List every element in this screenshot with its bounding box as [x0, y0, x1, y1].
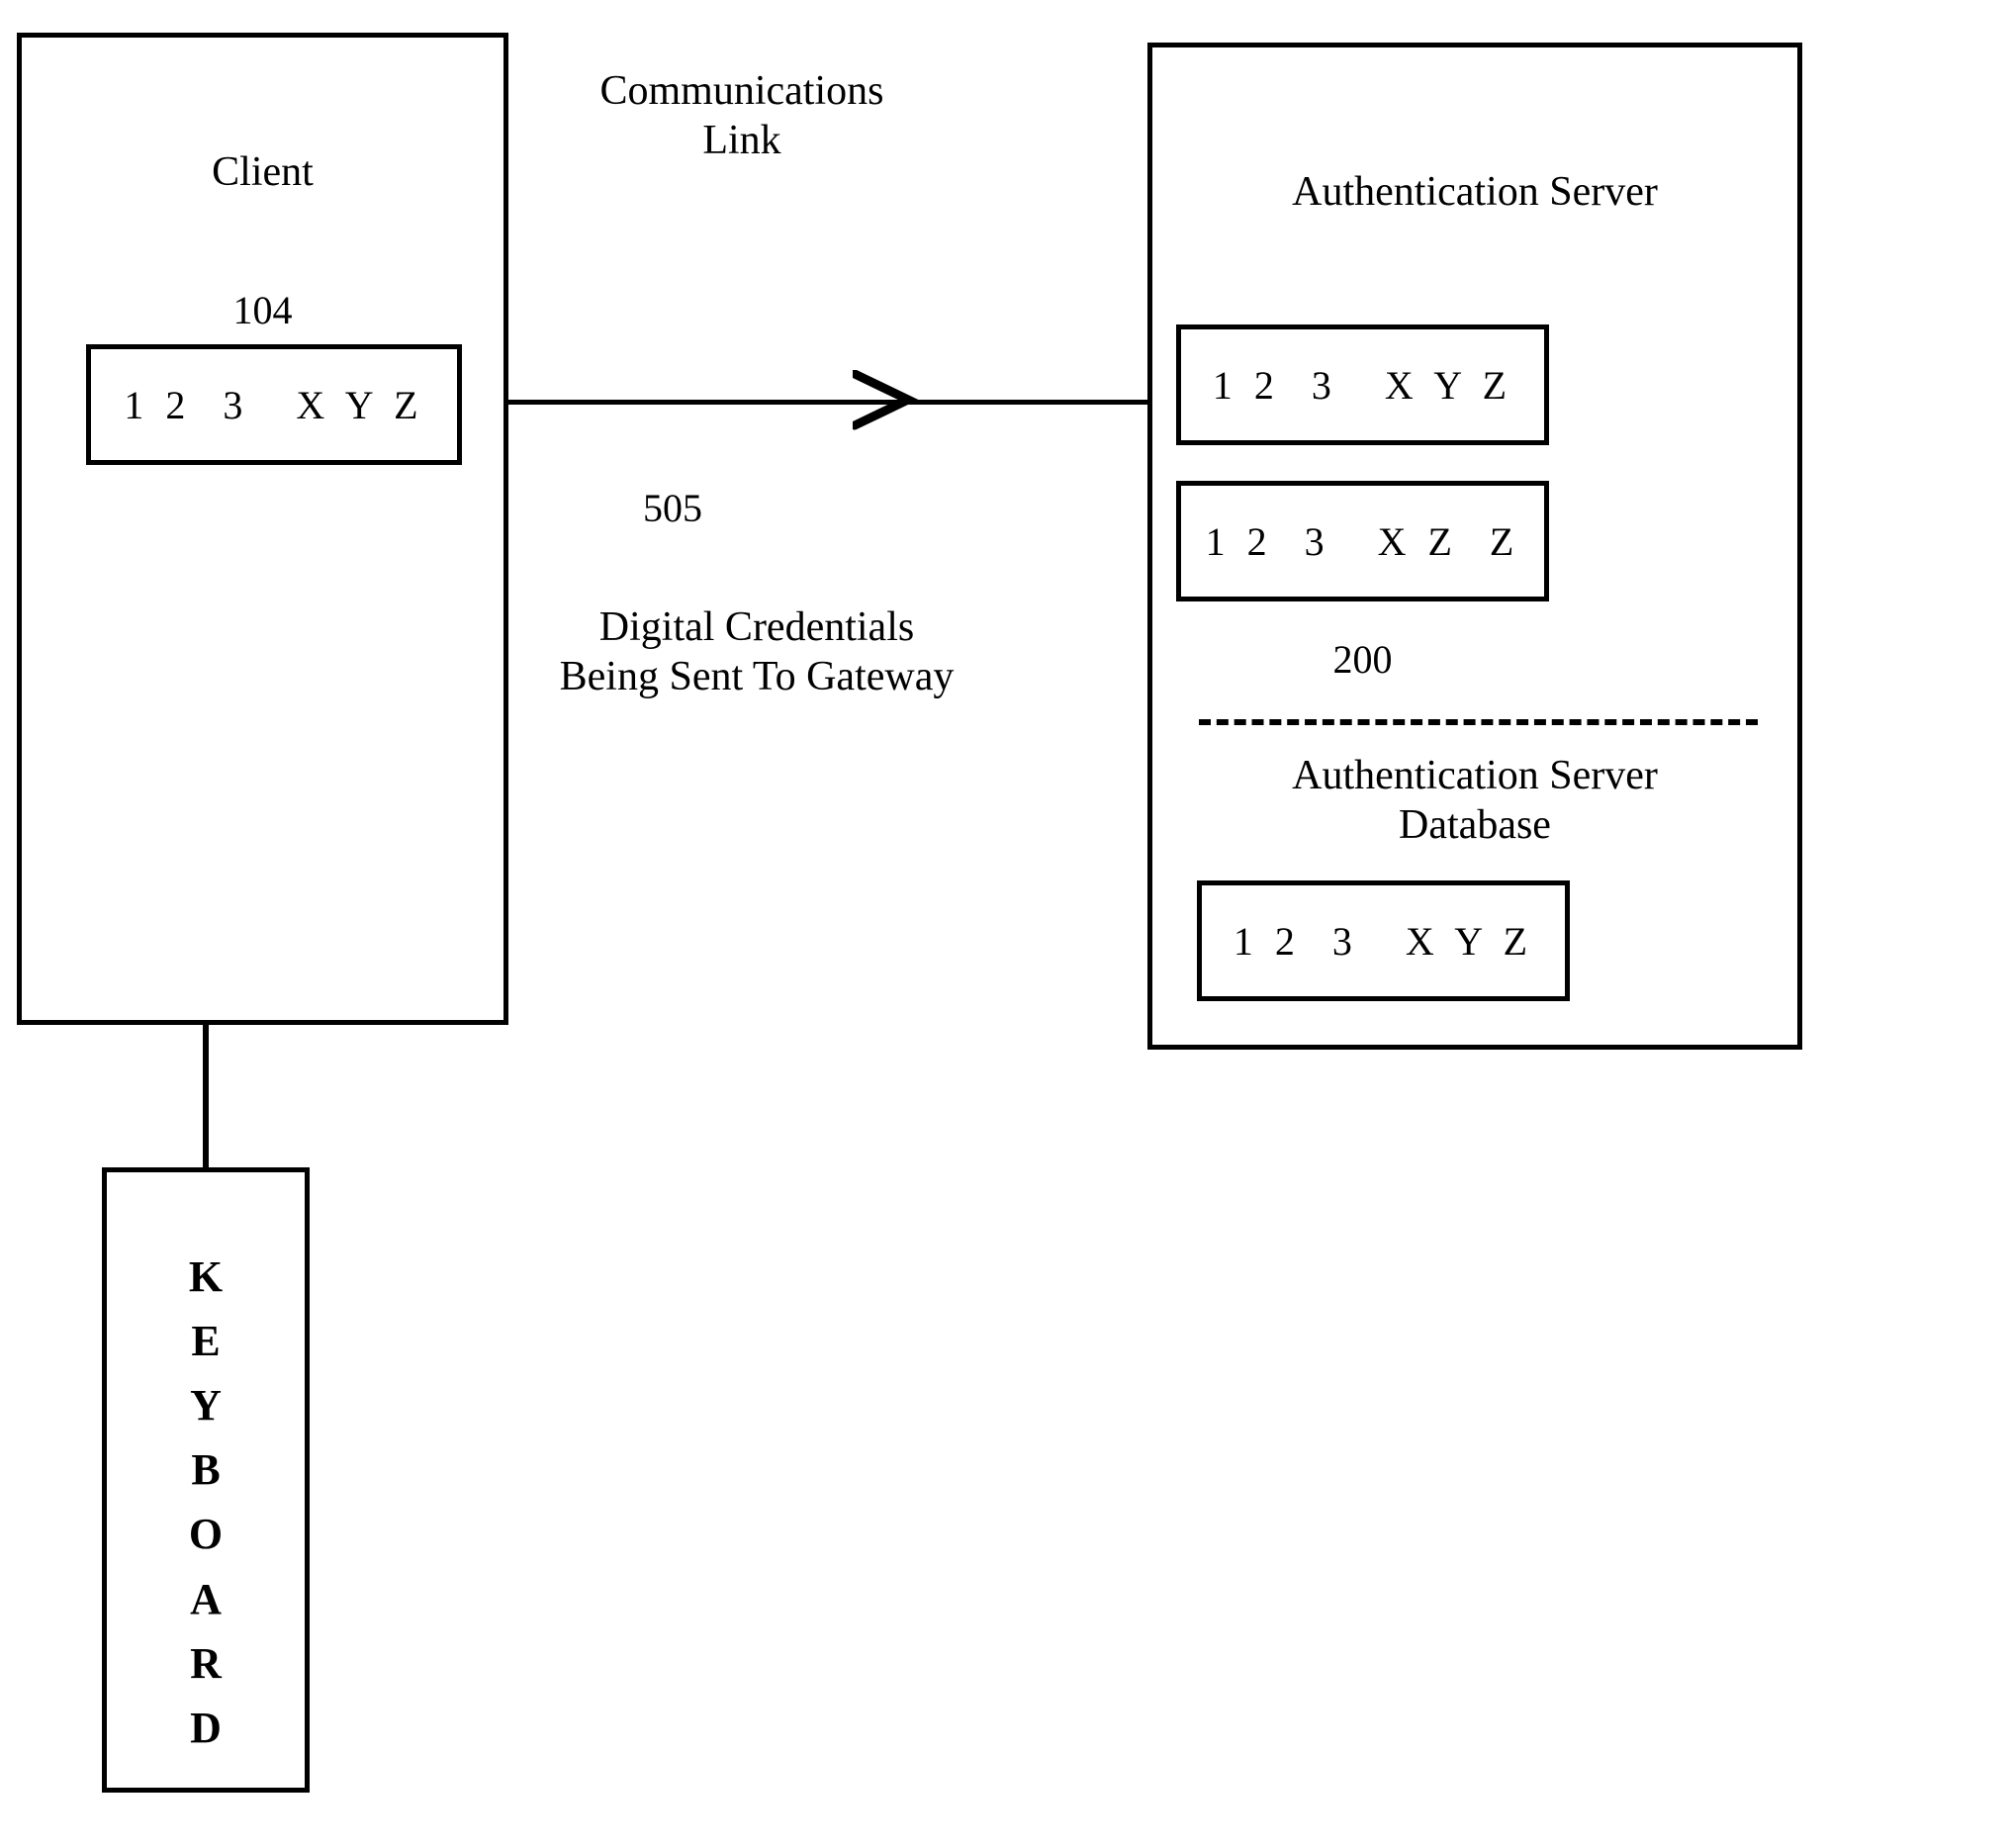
client-title: Client [212, 149, 314, 195]
server-credential-text-received: 1 2 3 X Y Z [1212, 362, 1513, 408]
server-database-separator [1199, 719, 1758, 725]
patent-figure-canvas: Client 104 1 2 3 X Y Z K E Y B O A R D C… [0, 0, 2011, 1848]
communications-link-caption: Digital Credentials Being Sent To Gatewa… [559, 604, 955, 699]
keyboard-letter-r: R [190, 1638, 222, 1688]
authentication-server-database-title: Authentication Server Database [1292, 753, 1658, 848]
keyboard-letter-b: B [191, 1445, 221, 1495]
communications-link-label: Communications Link [599, 68, 884, 163]
keyboard-letter-k: K [188, 1252, 224, 1301]
authentication-server-title: Authentication Server [1292, 169, 1658, 215]
server-database-credential-text: 1 2 3 X Y Z [1233, 918, 1534, 964]
server-database-credential-box: 1 2 3 X Y Z [1197, 880, 1570, 1001]
client-credential-text: 1 2 3 X Y Z [124, 382, 424, 427]
server-credential-box-altered: 1 2 3 X Z Z [1176, 481, 1549, 601]
keyboard-letter-e: E [191, 1317, 221, 1366]
client-reference-number: 104 [232, 288, 293, 332]
keyboard-letter-d: D [190, 1703, 222, 1752]
server-credential-text-altered: 1 2 3 X Z Z [1205, 518, 1520, 564]
keyboard-label: K E Y B O A R D [102, 1245, 310, 1760]
keyboard-letter-a: A [190, 1574, 222, 1623]
client-keyboard-connector [203, 1022, 209, 1170]
communications-link-reference-number: 505 [643, 486, 702, 530]
authentication-server-reference-number: 200 [1332, 637, 1393, 682]
keyboard-letter-o: O [188, 1510, 224, 1559]
keyboard-letter-y: Y [190, 1381, 222, 1431]
communications-link-arrow-shaft [506, 400, 1151, 405]
client-credential-box: 1 2 3 X Y Z [86, 344, 462, 465]
server-credential-box-received: 1 2 3 X Y Z [1176, 324, 1549, 445]
